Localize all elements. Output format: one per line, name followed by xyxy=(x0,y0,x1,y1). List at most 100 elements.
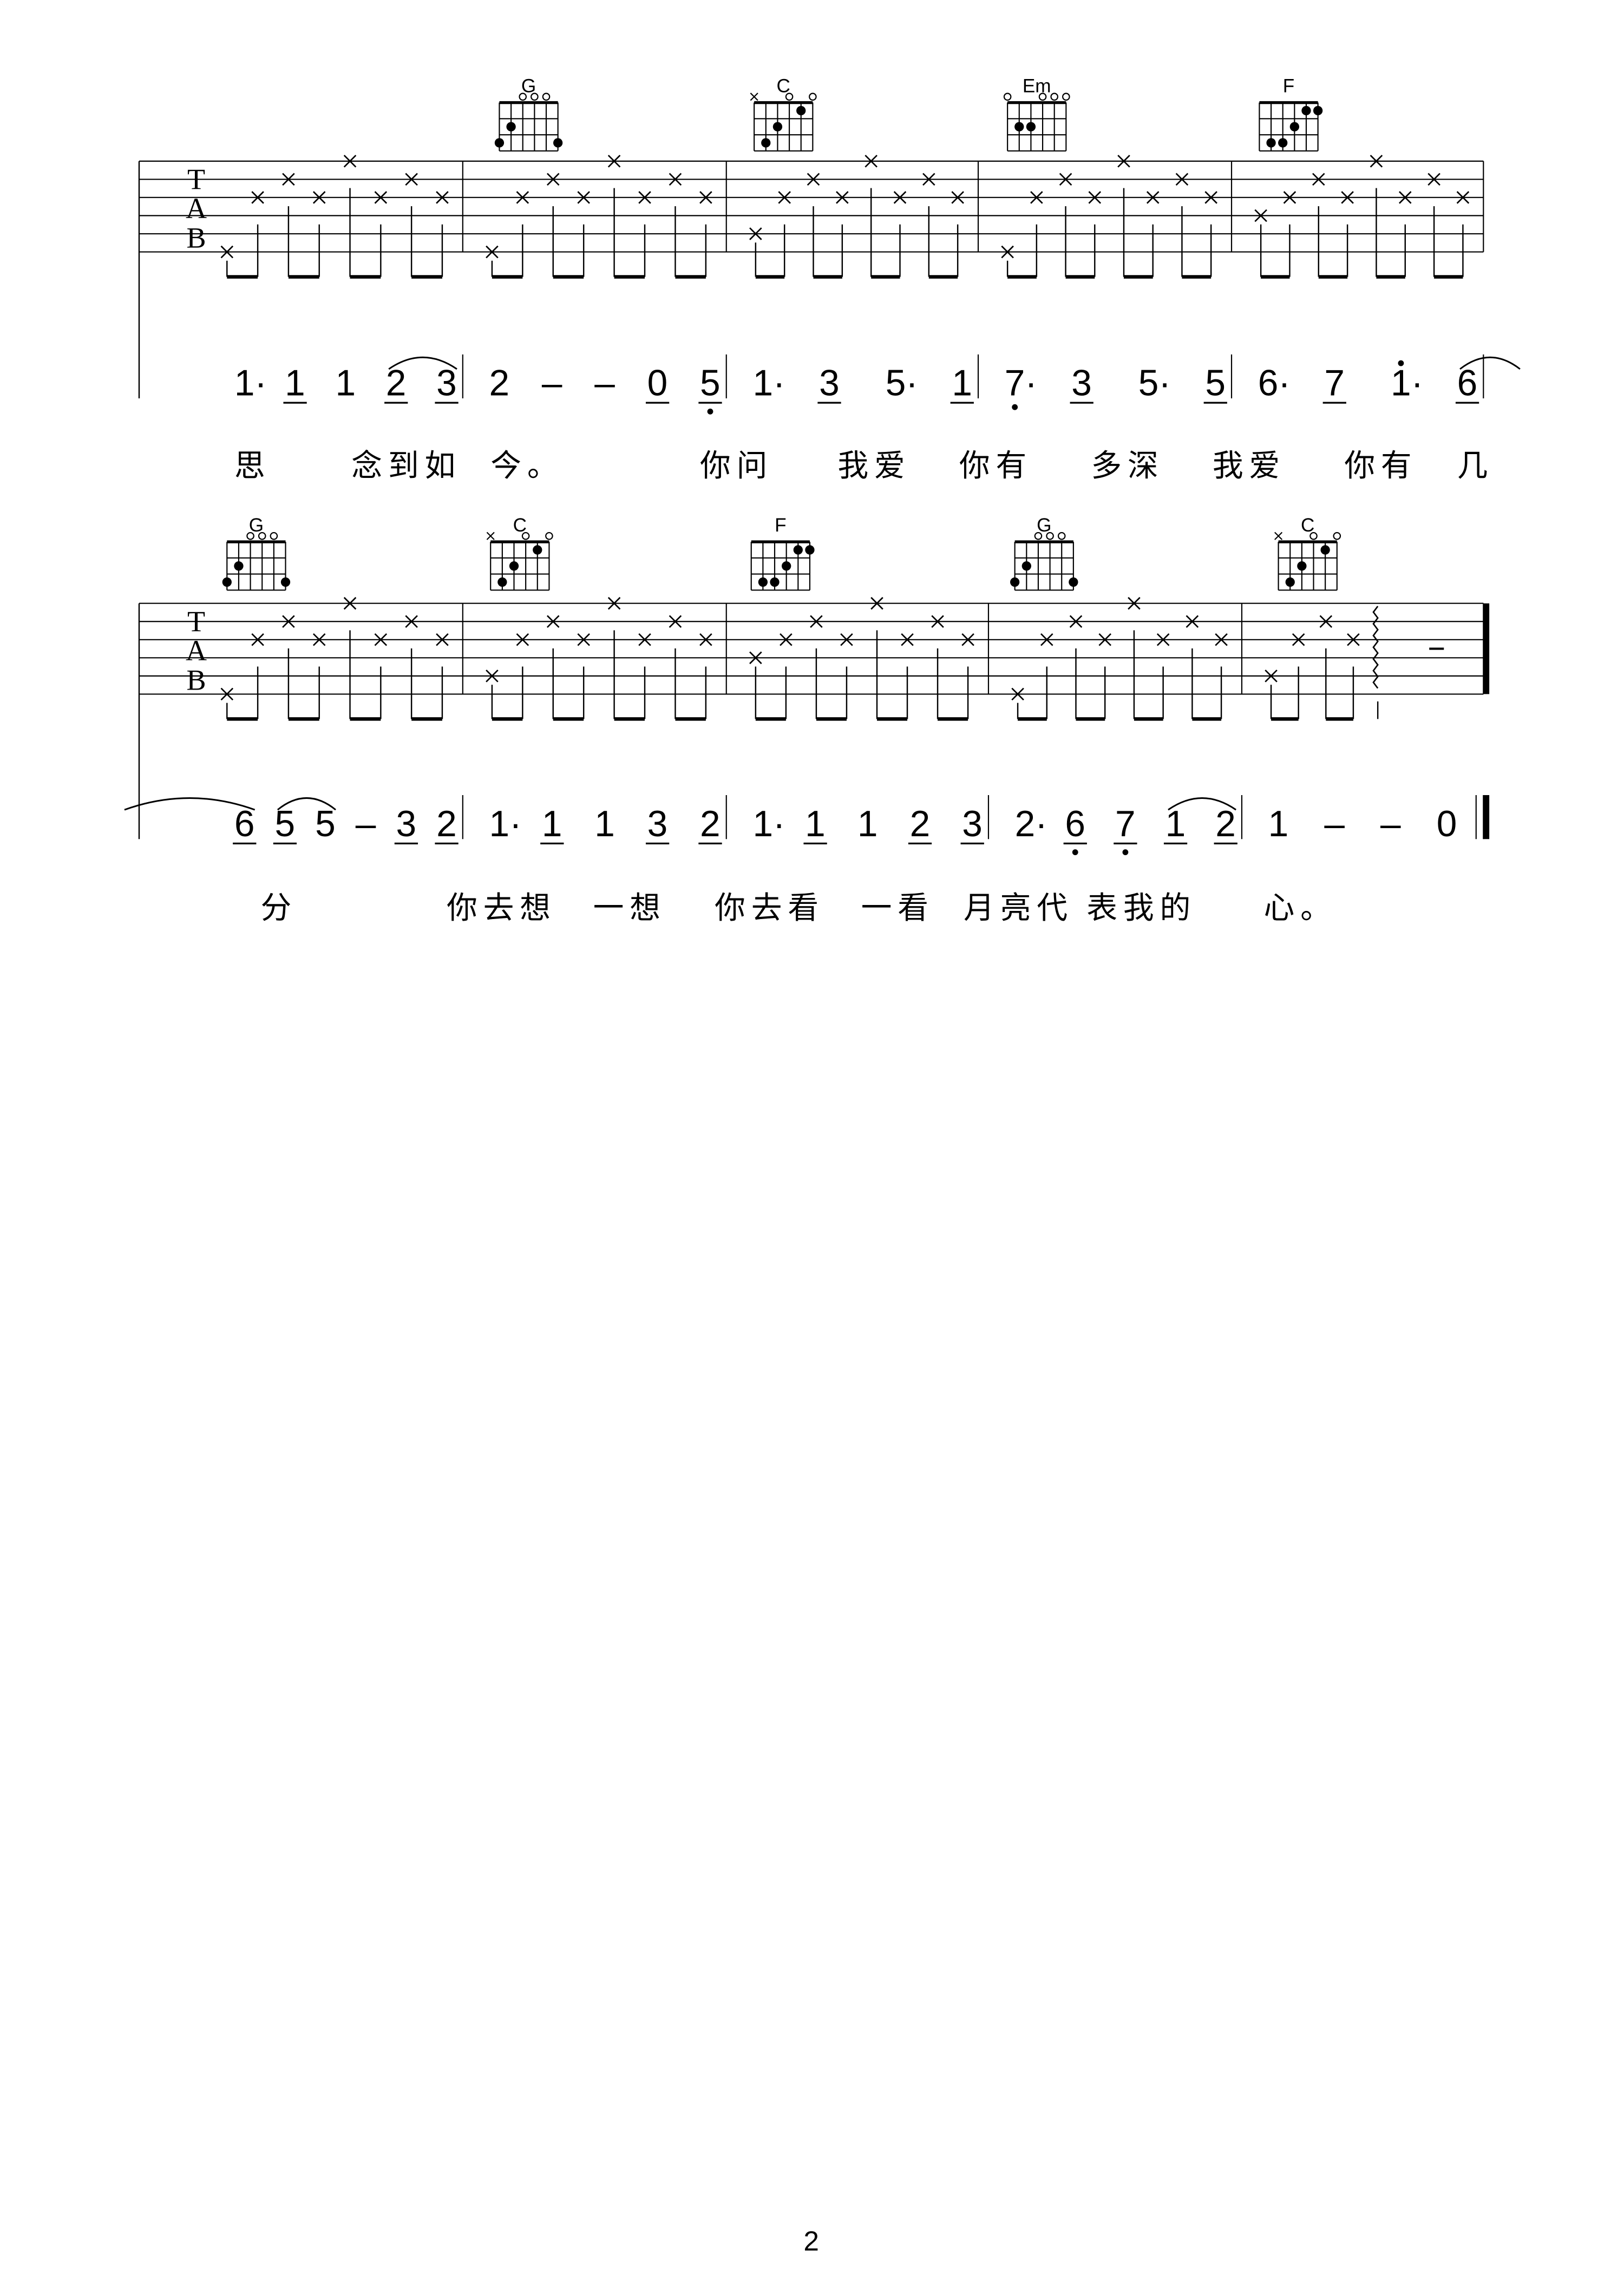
open-string-icon xyxy=(1062,93,1070,101)
system-2: G C F G CTAB6 5 5–3 2 1· 1 1 3 2 1· 1 1 2 3 2· 6 7 1 2 1– –0分 你去想… xyxy=(124,515,1490,926)
jianpu-note: – xyxy=(356,804,376,844)
lyric-word: 一想 xyxy=(593,890,666,926)
open-string-icon xyxy=(545,532,553,540)
finger-dot xyxy=(782,561,791,571)
finger-dot xyxy=(1069,577,1078,587)
octave-dot-below xyxy=(1122,849,1129,855)
chord-name: Em xyxy=(1023,76,1051,97)
tab-clef-A: A xyxy=(186,192,207,225)
finger-dot xyxy=(1010,577,1020,587)
sheet-music-page: 2 G C Em F T A B 1· 1 1 2 3 2– –0 5 1· 3 5· 1 7· 3 5· 5 6· 7 1· 6 思… xyxy=(0,0,1624,2296)
jianpu-note: 7 xyxy=(1115,804,1136,844)
octave-dot-below xyxy=(1012,404,1018,410)
tab-staff: TAB xyxy=(138,154,1484,398)
finger-dot xyxy=(1266,138,1276,148)
chord-diagram-Em: Em xyxy=(1003,76,1070,152)
jianpu-note: 6 xyxy=(234,804,255,844)
finger-dot xyxy=(280,577,291,587)
open-string-icon xyxy=(542,93,551,101)
system-1: G C Em FTAB1· 1 1 2 3 2– –0 5 1· 3 5· 1 7· 3 5· 5 6· 7 1· 6思 念到… xyxy=(138,76,1521,483)
lyric-word: 一看 xyxy=(861,890,934,926)
muted-string-icon xyxy=(750,93,758,101)
lyric-word: 今。 xyxy=(490,448,564,483)
lyric-word: 你有 xyxy=(1344,448,1417,483)
lyric-word: 你去想 xyxy=(447,890,556,926)
notation-measure: 7· 3 5· 5 xyxy=(1005,363,1227,410)
lyric-word: 月亮代 xyxy=(964,890,1073,926)
octave-dot-below xyxy=(1072,849,1078,855)
jianpu-note: 0 xyxy=(1437,804,1457,844)
lyric-word: 心。 xyxy=(1264,890,1337,926)
muted-string-icon xyxy=(1274,532,1283,540)
finger-dot xyxy=(1313,106,1323,116)
chord-diagram-G: G xyxy=(1010,515,1078,591)
jianpu-note: 1· xyxy=(1391,363,1423,404)
octave-dot-below xyxy=(707,408,713,415)
jianpu-note: – xyxy=(542,363,562,404)
jianpu-note: 7 xyxy=(1324,363,1345,404)
lyric-word: 我爱 xyxy=(837,448,911,483)
notation-measure: 1– –0 xyxy=(1268,804,1457,844)
chord-name: F xyxy=(1283,76,1294,97)
jianpu-note: 3 xyxy=(436,363,457,404)
notation-measure: 1· 3 5· 1 xyxy=(752,363,974,404)
jianpu-note: 2 xyxy=(436,804,457,844)
jianpu-note: 5· xyxy=(1138,363,1171,404)
finger-dot xyxy=(796,106,806,116)
jianpu-note: 5· xyxy=(886,363,918,404)
jianpu-note: 1 xyxy=(542,804,562,844)
jianpu-note: 1· xyxy=(752,804,785,844)
chord-diagram-G: G xyxy=(222,515,291,591)
jianpu-note: – xyxy=(1380,804,1401,844)
lyric-word: 思 xyxy=(234,448,271,483)
finger-dot xyxy=(758,577,768,587)
finger-dot xyxy=(494,138,505,148)
finger-dot xyxy=(770,577,780,587)
octave-dot-above xyxy=(1398,360,1404,366)
notation-measure: 2· 6 7 1 2 xyxy=(1015,797,1237,855)
jianpu-note: – xyxy=(594,363,615,404)
jianpu-note: 2· xyxy=(1015,804,1047,844)
notation-measure: 2– –0 5 xyxy=(489,363,722,415)
lyric-word: 你问 xyxy=(700,448,773,483)
finger-dot xyxy=(1278,138,1288,148)
jianpu-note: 1 xyxy=(1268,804,1289,844)
finger-dot xyxy=(506,122,516,132)
jianpu-note: 1 xyxy=(952,363,972,404)
finger-dot xyxy=(1297,561,1307,571)
lyric-word: 你有 xyxy=(959,448,1032,483)
jianpu-note: 7· xyxy=(1005,363,1037,404)
open-string-icon xyxy=(1003,93,1012,101)
chord-diagram-F: F xyxy=(750,515,815,591)
tab-clef-T: T xyxy=(187,605,205,638)
notation-measure: 1· 1 1 2 3 xyxy=(234,356,459,404)
chord-name: F xyxy=(775,515,786,536)
finger-dot xyxy=(234,561,244,571)
lyric-word: 你去看 xyxy=(715,890,824,926)
lyric-word: 表我的 xyxy=(1086,890,1196,926)
jianpu-note: 1 xyxy=(335,363,356,404)
finger-dot xyxy=(1301,106,1311,116)
finger-dot xyxy=(222,577,232,587)
lyric-word: 几 xyxy=(1457,448,1494,483)
lyric-word: 我爱 xyxy=(1213,448,1286,483)
open-string-icon xyxy=(1050,93,1059,101)
jianpu-note: 5 xyxy=(315,804,336,844)
jianpu-note: 2 xyxy=(910,804,931,844)
tab-clef-B: B xyxy=(186,221,206,254)
chord-diagram-F: F xyxy=(1259,76,1323,152)
jianpu-note: 3 xyxy=(647,804,668,844)
jianpu-note: 3 xyxy=(819,363,840,404)
open-string-icon xyxy=(1333,532,1341,540)
finger-dot xyxy=(1021,561,1031,571)
jianpu-note: 6· xyxy=(1258,363,1291,404)
jianpu-note: 5 xyxy=(700,363,721,404)
jianpu-note: 1 xyxy=(805,804,826,844)
notation-measure: 1· 1 1 3 2 xyxy=(489,804,722,844)
finger-dot xyxy=(761,138,771,148)
finger-dot xyxy=(497,577,507,587)
finger-dot xyxy=(1320,545,1330,555)
jianpu-note: – xyxy=(1324,804,1345,844)
jianpu-note: 5 xyxy=(1205,363,1226,404)
finger-dot xyxy=(772,122,783,132)
